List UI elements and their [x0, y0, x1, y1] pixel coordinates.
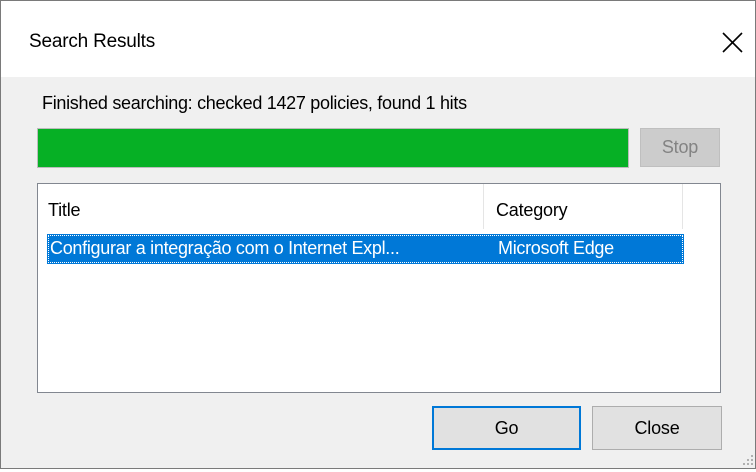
go-button[interactable]: Go: [432, 406, 581, 450]
status-message: Finished searching: checked 1427 policie…: [42, 93, 467, 113]
search-results-dialog: Search Results Finished searching: check…: [0, 0, 756, 469]
results-list[interactable]: Title Category Configurar a integração c…: [37, 183, 721, 393]
column-header-title[interactable]: Title: [38, 184, 484, 229]
stop-button[interactable]: Stop: [640, 128, 720, 167]
close-button[interactable]: Close: [592, 406, 722, 450]
table-row[interactable]: Configurar a integração com o Internet E…: [47, 234, 684, 264]
results-list-header: Title Category: [38, 184, 720, 229]
search-progress-bar: [37, 128, 629, 168]
progress-fill: [38, 129, 628, 167]
row-category-cell: Microsoft Edge: [498, 238, 614, 258]
row-title-cell: Configurar a integração com o Internet E…: [50, 238, 400, 258]
column-header-category[interactable]: Category: [484, 184, 683, 229]
close-icon[interactable]: [717, 27, 749, 59]
resize-grip-icon[interactable]: [741, 453, 755, 467]
window-title: Search Results: [29, 31, 156, 52]
title-bar: Search Results: [1, 1, 755, 77]
